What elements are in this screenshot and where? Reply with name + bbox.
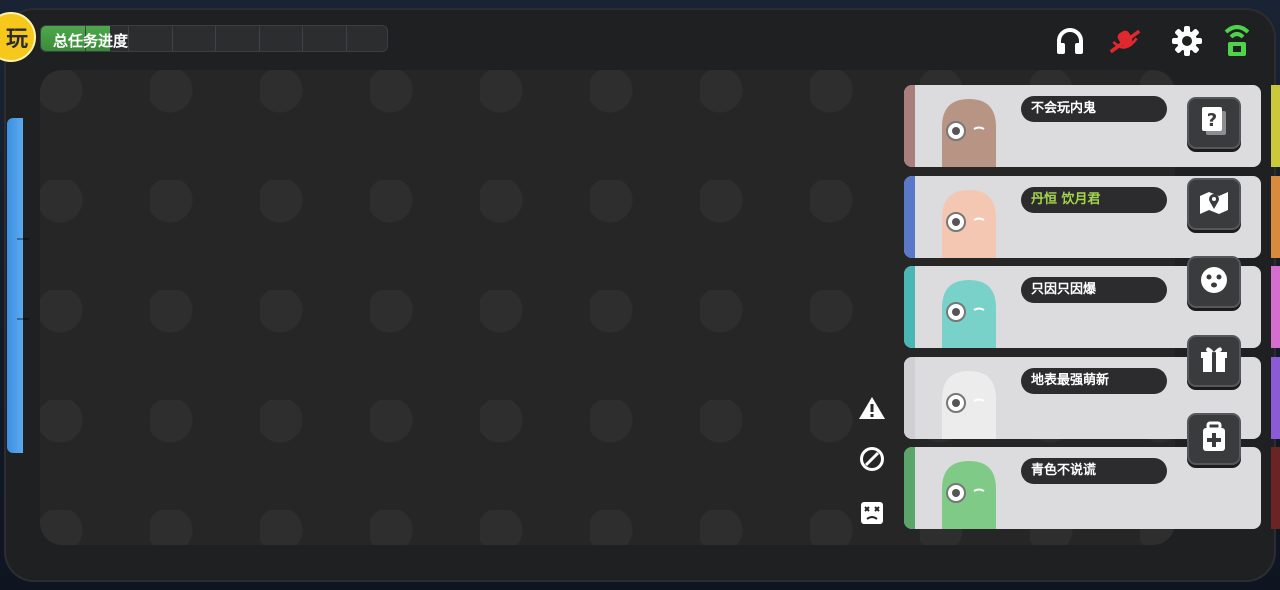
warning-icon — [858, 395, 886, 425]
block-button[interactable] — [858, 447, 886, 475]
emote-face-icon — [1199, 265, 1229, 299]
muted-microphone-icon[interactable] — [1108, 24, 1142, 58]
player-color-stripe — [904, 266, 915, 348]
player-color-indicator — [1271, 447, 1280, 529]
progress-segment-divider — [302, 26, 303, 51]
player-color-indicator — [1271, 85, 1280, 167]
player-name: 只因只因爆 — [1021, 277, 1167, 303]
player-color-stripe — [904, 357, 915, 439]
medical-kit-button[interactable] — [1187, 413, 1241, 465]
tab-notch — [17, 238, 29, 240]
progress-segment-divider — [215, 26, 216, 51]
progress-segment-divider — [128, 26, 129, 51]
player-color-stripe — [904, 85, 915, 167]
progress-segment-divider — [172, 26, 173, 51]
player-color-stripe — [904, 447, 915, 529]
dead-face-icon — [859, 500, 885, 530]
progress-segment-divider — [259, 26, 260, 51]
gift-button[interactable] — [1187, 335, 1241, 387]
player-color-indicator — [1271, 266, 1280, 348]
player-name: 不会玩内鬼 — [1021, 96, 1167, 122]
gear-icon[interactable] — [1170, 24, 1204, 58]
medical-kit-icon — [1200, 421, 1228, 457]
emote-button[interactable] — [1187, 256, 1241, 308]
headset-icon[interactable] — [1053, 24, 1087, 58]
map-button[interactable] — [1187, 178, 1241, 230]
player-avatar — [934, 184, 1004, 258]
player-color-indicator — [1271, 357, 1280, 439]
player-name: 地表最强萌新 — [1021, 368, 1167, 394]
player-avatar — [934, 274, 1004, 348]
tab-notch — [17, 318, 29, 320]
player-name: 丹恒 饮月君 — [1021, 187, 1167, 213]
block-icon — [859, 446, 885, 476]
task-progress-bar: 总任务进度 — [40, 25, 388, 52]
left-drawer-tab[interactable] — [7, 118, 29, 453]
player-avatar — [934, 365, 1004, 439]
player-avatar — [934, 93, 1004, 167]
question-card-icon: ? — [1199, 105, 1229, 141]
map-icon — [1198, 188, 1230, 220]
player-color-stripe — [904, 176, 915, 258]
gift-icon — [1199, 344, 1229, 378]
signal-icon — [1220, 24, 1254, 58]
svg-text:?: ? — [1207, 110, 1217, 131]
progress-segment-divider — [346, 26, 347, 51]
task-progress-label: 总任务进度 — [53, 32, 129, 50]
player-avatar — [934, 455, 1004, 529]
report-button[interactable] — [858, 396, 886, 424]
game-screen: 玩 总任务进度 不会玩内鬼 丹恒 饮月君 只因只因爆 地表最强萌新 青色不说谎 … — [0, 0, 1280, 590]
kick-button[interactable] — [858, 501, 886, 529]
question-card-button[interactable]: ? — [1187, 97, 1241, 149]
player-name: 青色不说谎 — [1021, 458, 1167, 484]
player-color-indicator — [1271, 176, 1280, 258]
